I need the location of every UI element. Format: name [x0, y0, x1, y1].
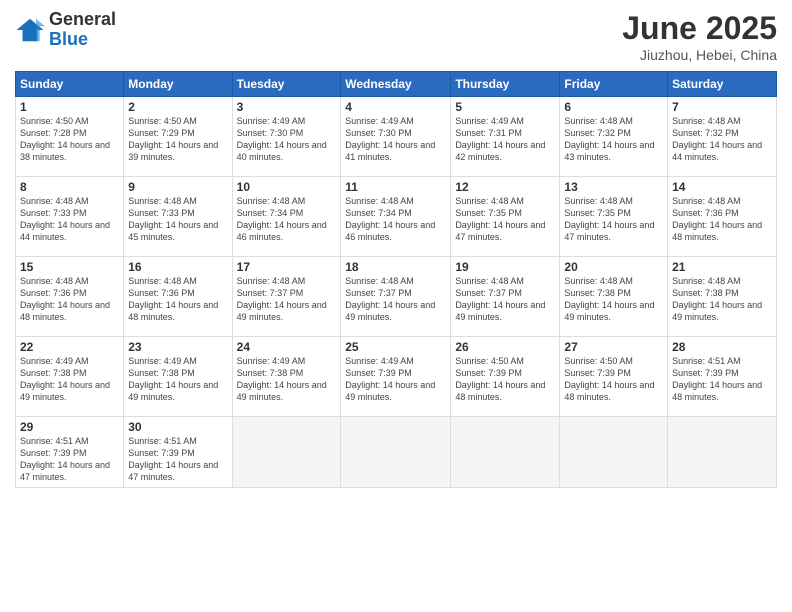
week-row-4: 22Sunrise: 4:49 AMSunset: 7:38 PMDayligh… [16, 337, 777, 417]
table-row: 21Sunrise: 4:48 AMSunset: 7:38 PMDayligh… [668, 257, 777, 337]
col-sunday: Sunday [16, 72, 124, 97]
table-row [451, 417, 560, 488]
logo-icon [15, 15, 45, 45]
table-row: 19Sunrise: 4:48 AMSunset: 7:37 PMDayligh… [451, 257, 560, 337]
page: General Blue June 2025 Jiuzhou, Hebei, C… [0, 0, 792, 612]
table-row: 7Sunrise: 4:48 AMSunset: 7:32 PMDaylight… [668, 97, 777, 177]
week-row-5: 29Sunrise: 4:51 AMSunset: 7:39 PMDayligh… [16, 417, 777, 488]
logo-general-text: General [49, 10, 116, 30]
table-row [668, 417, 777, 488]
logo: General Blue [15, 10, 116, 50]
table-row: 25Sunrise: 4:49 AMSunset: 7:39 PMDayligh… [341, 337, 451, 417]
table-row: 9Sunrise: 4:48 AMSunset: 7:33 PMDaylight… [124, 177, 232, 257]
table-row: 22Sunrise: 4:49 AMSunset: 7:38 PMDayligh… [16, 337, 124, 417]
table-row: 10Sunrise: 4:48 AMSunset: 7:34 PMDayligh… [232, 177, 341, 257]
header: General Blue June 2025 Jiuzhou, Hebei, C… [15, 10, 777, 63]
table-row: 2Sunrise: 4:50 AMSunset: 7:29 PMDaylight… [124, 97, 232, 177]
table-row: 26Sunrise: 4:50 AMSunset: 7:39 PMDayligh… [451, 337, 560, 417]
table-row: 24Sunrise: 4:49 AMSunset: 7:38 PMDayligh… [232, 337, 341, 417]
location-subtitle: Jiuzhou, Hebei, China [622, 47, 777, 63]
table-row: 8Sunrise: 4:48 AMSunset: 7:33 PMDaylight… [16, 177, 124, 257]
col-wednesday: Wednesday [341, 72, 451, 97]
table-row: 13Sunrise: 4:48 AMSunset: 7:35 PMDayligh… [560, 177, 668, 257]
week-row-1: 1Sunrise: 4:50 AMSunset: 7:28 PMDaylight… [16, 97, 777, 177]
table-row: 29Sunrise: 4:51 AMSunset: 7:39 PMDayligh… [16, 417, 124, 488]
table-row: 11Sunrise: 4:48 AMSunset: 7:34 PMDayligh… [341, 177, 451, 257]
col-tuesday: Tuesday [232, 72, 341, 97]
table-row: 27Sunrise: 4:50 AMSunset: 7:39 PMDayligh… [560, 337, 668, 417]
table-row [232, 417, 341, 488]
table-row: 1Sunrise: 4:50 AMSunset: 7:28 PMDaylight… [16, 97, 124, 177]
table-row: 20Sunrise: 4:48 AMSunset: 7:38 PMDayligh… [560, 257, 668, 337]
logo-text: General Blue [49, 10, 116, 50]
table-row: 16Sunrise: 4:48 AMSunset: 7:36 PMDayligh… [124, 257, 232, 337]
logo-blue-text: Blue [49, 30, 116, 50]
table-row: 18Sunrise: 4:48 AMSunset: 7:37 PMDayligh… [341, 257, 451, 337]
table-row: 3Sunrise: 4:49 AMSunset: 7:30 PMDaylight… [232, 97, 341, 177]
col-thursday: Thursday [451, 72, 560, 97]
table-row: 30Sunrise: 4:51 AMSunset: 7:39 PMDayligh… [124, 417, 232, 488]
table-row: 17Sunrise: 4:48 AMSunset: 7:37 PMDayligh… [232, 257, 341, 337]
month-title: June 2025 [622, 10, 777, 47]
table-row: 15Sunrise: 4:48 AMSunset: 7:36 PMDayligh… [16, 257, 124, 337]
col-saturday: Saturday [668, 72, 777, 97]
table-row: 12Sunrise: 4:48 AMSunset: 7:35 PMDayligh… [451, 177, 560, 257]
calendar-table: Sunday Monday Tuesday Wednesday Thursday… [15, 71, 777, 488]
col-monday: Monday [124, 72, 232, 97]
table-row: 23Sunrise: 4:49 AMSunset: 7:38 PMDayligh… [124, 337, 232, 417]
table-row [560, 417, 668, 488]
table-row: 28Sunrise: 4:51 AMSunset: 7:39 PMDayligh… [668, 337, 777, 417]
calendar-header-row: Sunday Monday Tuesday Wednesday Thursday… [16, 72, 777, 97]
week-row-3: 15Sunrise: 4:48 AMSunset: 7:36 PMDayligh… [16, 257, 777, 337]
table-row: 4Sunrise: 4:49 AMSunset: 7:30 PMDaylight… [341, 97, 451, 177]
title-block: June 2025 Jiuzhou, Hebei, China [622, 10, 777, 63]
week-row-2: 8Sunrise: 4:48 AMSunset: 7:33 PMDaylight… [16, 177, 777, 257]
table-row: 14Sunrise: 4:48 AMSunset: 7:36 PMDayligh… [668, 177, 777, 257]
col-friday: Friday [560, 72, 668, 97]
table-row: 6Sunrise: 4:48 AMSunset: 7:32 PMDaylight… [560, 97, 668, 177]
table-row [341, 417, 451, 488]
table-row: 5Sunrise: 4:49 AMSunset: 7:31 PMDaylight… [451, 97, 560, 177]
